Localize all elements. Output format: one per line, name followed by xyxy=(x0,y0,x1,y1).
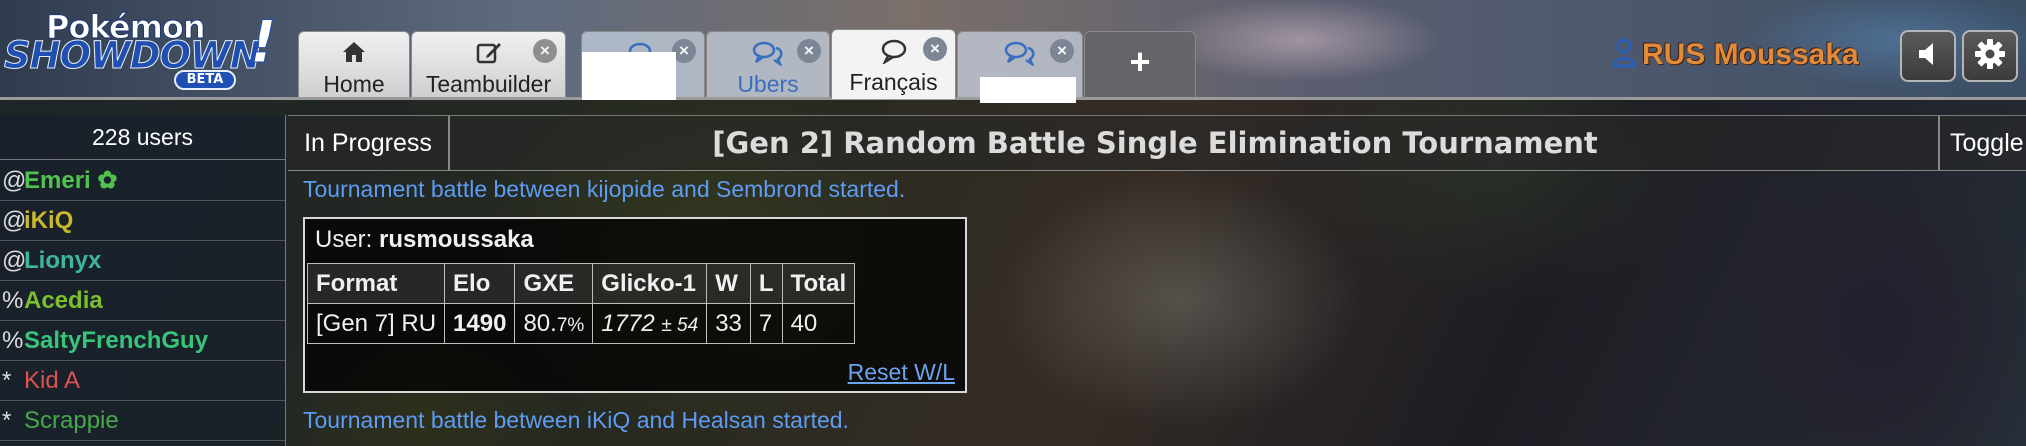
column-header: Format xyxy=(306,263,446,304)
userlist-item[interactable]: @iKiQ xyxy=(0,201,285,241)
header-bar: Pokémon SHOWDOWN ! BETA Home Teambuilder… xyxy=(0,0,2026,103)
gxe-cell: 80.7% xyxy=(514,303,594,344)
tab-francais-label: Français xyxy=(849,69,938,95)
user-name: Emeri ✿ xyxy=(24,167,118,194)
user-rank: @ xyxy=(2,167,27,194)
chat-message: Tournament battle between kijopide and S… xyxy=(303,176,906,202)
wins-cell: 33 xyxy=(706,303,751,344)
tournament-status: In Progress xyxy=(288,116,450,170)
tournament-bar: In Progress [Gen 2] Random Battle Single… xyxy=(288,115,2026,171)
userlist-item[interactable]: %SaltyFrenchGuy xyxy=(0,321,285,361)
column-header: GXE xyxy=(514,263,594,304)
elo-cell: 1490 xyxy=(444,303,516,344)
user-list: @Emeri ✿ @iKiQ @Lionyx %Acedia %SaltyFrenchG… xyxy=(0,161,285,441)
user-icon xyxy=(1612,38,1636,72)
redaction-box xyxy=(980,77,1076,103)
userlist-item[interactable]: @Emeri ✿ xyxy=(0,161,285,201)
user-name: Scrappie xyxy=(24,407,119,434)
user-name: Lionyx xyxy=(24,247,102,274)
column-header: Elo xyxy=(444,263,516,304)
close-icon[interactable]: × xyxy=(1050,39,1074,63)
column-header: Glicko-1 xyxy=(592,263,708,304)
user-name: RUS Moussaka xyxy=(1642,38,1859,71)
tab-home-label: Home xyxy=(323,71,385,97)
user-rank: @ xyxy=(2,247,27,274)
glicko-deviation: ± 54 xyxy=(661,314,699,336)
close-icon[interactable]: × xyxy=(923,37,947,61)
glicko-cell: 1772 ± 54 xyxy=(592,303,708,344)
tab-ubers-label: Ubers xyxy=(737,71,799,97)
redaction-box xyxy=(582,52,676,100)
user-rank: % xyxy=(2,327,24,354)
ladder-table: Format Elo GXE Glicko-1 W L Total [Gen 7… xyxy=(306,263,856,344)
ranking-user: User: rusmoussaka xyxy=(315,226,534,254)
user-rank: @ xyxy=(2,207,27,234)
gear-icon xyxy=(1974,38,2006,74)
settings-button[interactable] xyxy=(1962,30,2018,82)
user-name: iKiQ xyxy=(24,207,74,234)
gxe-value: 80. xyxy=(523,309,557,337)
tournament-title[interactable]: [Gen 2] Random Battle Single Elimination… xyxy=(450,116,1860,170)
losses-cell: 7 xyxy=(749,303,783,344)
user-name: Kid A xyxy=(24,367,81,394)
userlist-panel: 228 users @Emeri ✿ @iKiQ @Lionyx %Acedia %Sa… xyxy=(0,115,286,446)
new-tab-button[interactable]: + xyxy=(1084,31,1196,97)
home-icon xyxy=(299,40,409,66)
user-rank: % xyxy=(2,287,24,314)
toggle-button[interactable]: Toggle xyxy=(1938,116,2026,170)
ranking-user-name: rusmoussaka xyxy=(379,226,534,253)
tab-teambuilder-label: Teambuilder xyxy=(425,71,552,97)
user-name: Acedia xyxy=(24,287,103,314)
tab-home[interactable]: Home xyxy=(298,31,410,97)
user-count[interactable]: 228 users xyxy=(0,115,285,160)
column-header: L xyxy=(749,263,783,304)
user-rank: * xyxy=(2,367,12,394)
logo-bang: ! xyxy=(249,8,277,77)
total-cell: 40 xyxy=(781,303,856,344)
volume-icon xyxy=(1917,41,1939,71)
user-name: SaltyFrenchGuy xyxy=(24,327,209,354)
table-row: [Gen 7] RU 1490 80.7% 1772 ± 54 33 7 40 xyxy=(306,303,856,344)
tab-francais[interactable]: Français × xyxy=(831,29,956,99)
close-icon[interactable]: × xyxy=(533,39,557,63)
format-cell: [Gen 7] RU xyxy=(306,303,446,344)
gxe-decimal: 7% xyxy=(556,314,585,336)
ranking-user-label: User: xyxy=(315,226,373,253)
elo-value: 1490 xyxy=(453,309,507,337)
userlist-item[interactable]: * Kid A xyxy=(0,361,285,401)
reset-wl-link[interactable]: Reset W/L xyxy=(848,359,955,386)
tab-teambuilder[interactable]: Teambuilder × xyxy=(411,31,566,97)
glicko-value: 1772 xyxy=(601,309,655,337)
userlist-item[interactable]: @Lionyx xyxy=(0,241,285,281)
showdown-logo[interactable]: Pokémon SHOWDOWN ! BETA xyxy=(4,8,284,92)
userlist-item[interactable]: * Scrappie xyxy=(0,401,285,441)
logo-beta-badge: BETA xyxy=(174,70,236,90)
table-header-row: Format Elo GXE Glicko-1 W L Total xyxy=(306,263,856,304)
column-header: W xyxy=(706,263,751,304)
user-menu[interactable]: RUS Moussaka xyxy=(1612,33,1859,77)
userlist-item[interactable]: %Acedia xyxy=(0,281,285,321)
chat-message: Tournament battle between iKiQ and Heals… xyxy=(303,407,849,433)
sound-button[interactable] xyxy=(1900,30,1956,82)
ranking-box: User: rusmoussaka Format Elo GXE Glicko-… xyxy=(303,217,967,393)
tab-ubers[interactable]: Ubers × xyxy=(706,31,830,97)
close-icon[interactable]: × xyxy=(797,39,821,63)
column-header: Total xyxy=(781,263,856,304)
user-rank: * xyxy=(2,407,12,434)
